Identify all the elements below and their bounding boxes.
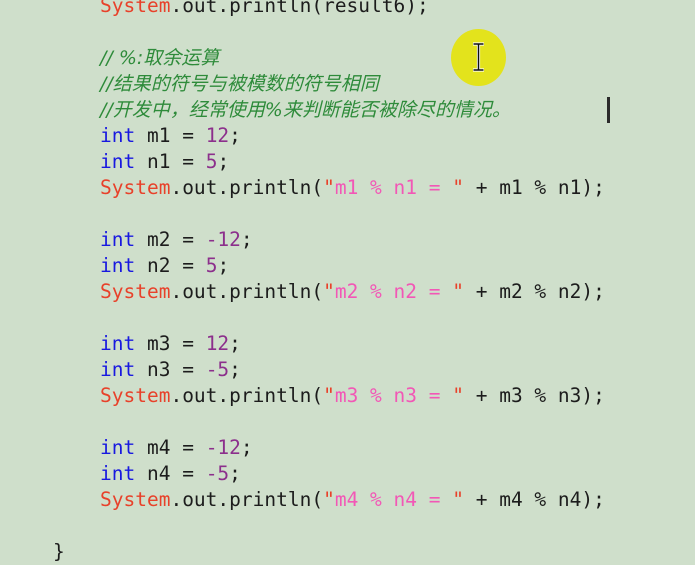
string-quote: " (452, 176, 464, 199)
class-token: System (100, 176, 171, 199)
keyword-token: int (100, 332, 136, 355)
code-text: + m2 % n2); (463, 280, 605, 303)
code-text: + m1 % n1); (463, 176, 605, 199)
string-quote: " (452, 488, 464, 511)
number-token: 12 (205, 332, 230, 355)
string-quote: " (452, 280, 464, 303)
comment-token: //开发中，经常使用%来判断能否被除尽的情况。 (100, 99, 511, 121)
code-line-blank[interactable] (0, 513, 695, 539)
code-line[interactable]: int n1 = 5; (0, 149, 695, 175)
code-editor-viewport[interactable]: System.out.println(result6); // %:取余运算 /… (0, 0, 695, 565)
number-token: -12 (205, 436, 241, 459)
code-text: n2 = (135, 254, 206, 277)
keyword-token: int (100, 358, 136, 381)
keyword-token: int (100, 462, 136, 485)
code-text: + m4 % n4); (463, 488, 605, 511)
string-token: m1 % n1 = (334, 176, 453, 199)
number-token: 5 (205, 150, 218, 173)
code-line[interactable]: int m1 = 12; (0, 123, 695, 149)
comment-token: //结果的符号与被模数的符号相同 (100, 73, 379, 95)
code-line[interactable]: System.out.println(result6); (0, 0, 695, 19)
code-text-area[interactable]: System.out.println(result6); // %:取余运算 /… (0, 0, 695, 565)
comment-token: // %:取余运算 (100, 47, 220, 69)
code-line-blank[interactable] (0, 201, 695, 227)
code-text: m4 = (135, 436, 206, 459)
code-text: n3 = (135, 358, 206, 381)
class-token: System (100, 384, 171, 407)
code-text: .out.println( (170, 280, 324, 303)
string-token: m2 % n2 = (334, 280, 453, 303)
code-text: ; (217, 150, 230, 173)
code-line[interactable]: // %:取余运算 (0, 45, 695, 71)
code-line[interactable]: System.out.println("m3 % n3 = " + m3 % n… (0, 383, 695, 409)
string-quote: " (452, 384, 464, 407)
code-text: ; (229, 358, 241, 381)
code-line[interactable]: System.out.println("m1 % n1 = " + m1 % n… (0, 175, 695, 201)
number-token: 5 (205, 254, 218, 277)
string-quote: " (323, 280, 335, 303)
i-beam-cursor-icon (470, 42, 487, 72)
code-line[interactable]: int m3 = 12; (0, 331, 695, 357)
keyword-token: int (100, 254, 136, 277)
class-token: System (100, 280, 171, 303)
keyword-token: int (100, 150, 136, 173)
string-token: m4 % n4 = (334, 488, 453, 511)
code-line[interactable]: int n2 = 5; (0, 253, 695, 279)
number-token: 12 (205, 124, 230, 147)
code-line-blank[interactable] (0, 305, 695, 331)
class-token: System (100, 0, 171, 17)
number-token: -12 (205, 228, 241, 251)
code-text: m3 = (135, 332, 206, 355)
code-text: ; (229, 124, 241, 147)
code-text: .out.println(result6); (170, 0, 429, 17)
code-line[interactable]: //开发中，经常使用%来判断能否被除尽的情况。 (0, 97, 695, 123)
string-token: m3 % n3 = (334, 384, 453, 407)
code-text: m2 = (135, 228, 206, 251)
code-line-blank[interactable] (0, 19, 695, 45)
code-line[interactable]: int n3 = -5; (0, 357, 695, 383)
code-text: .out.println( (170, 176, 324, 199)
code-text: m1 = (135, 124, 206, 147)
code-line[interactable]: System.out.println("m4 % n4 = " + m4 % n… (0, 487, 695, 513)
code-line[interactable]: int n4 = -5; (0, 461, 695, 487)
number-token: -5 (205, 358, 230, 381)
code-line[interactable]: int m2 = -12; (0, 227, 695, 253)
code-text: ; (229, 332, 241, 355)
closing-brace: } (53, 540, 65, 563)
code-text: .out.println( (170, 488, 324, 511)
code-line[interactable]: int m4 = -12; (0, 435, 695, 461)
code-line-blank[interactable] (0, 409, 695, 435)
code-line[interactable]: } (0, 539, 695, 565)
code-text: ; (240, 436, 253, 459)
code-text: + m3 % n3); (463, 384, 605, 407)
string-quote: " (323, 488, 335, 511)
string-quote: " (323, 176, 335, 199)
number-token: -5 (205, 462, 230, 485)
code-line[interactable]: //结果的符号与被模数的符号相同 (0, 71, 695, 97)
code-line[interactable]: System.out.println("m2 % n2 = " + m2 % n… (0, 279, 695, 305)
code-text: ; (229, 462, 241, 485)
keyword-token: int (100, 228, 136, 251)
code-text: ; (240, 228, 253, 251)
code-text: n1 = (135, 150, 206, 173)
code-text: n4 = (135, 462, 206, 485)
text-caret (607, 97, 610, 123)
code-text: .out.println( (170, 384, 324, 407)
class-token: System (100, 488, 171, 511)
code-text: ; (217, 254, 230, 277)
string-quote: " (323, 384, 335, 407)
keyword-token: int (100, 436, 136, 459)
keyword-token: int (100, 124, 136, 147)
